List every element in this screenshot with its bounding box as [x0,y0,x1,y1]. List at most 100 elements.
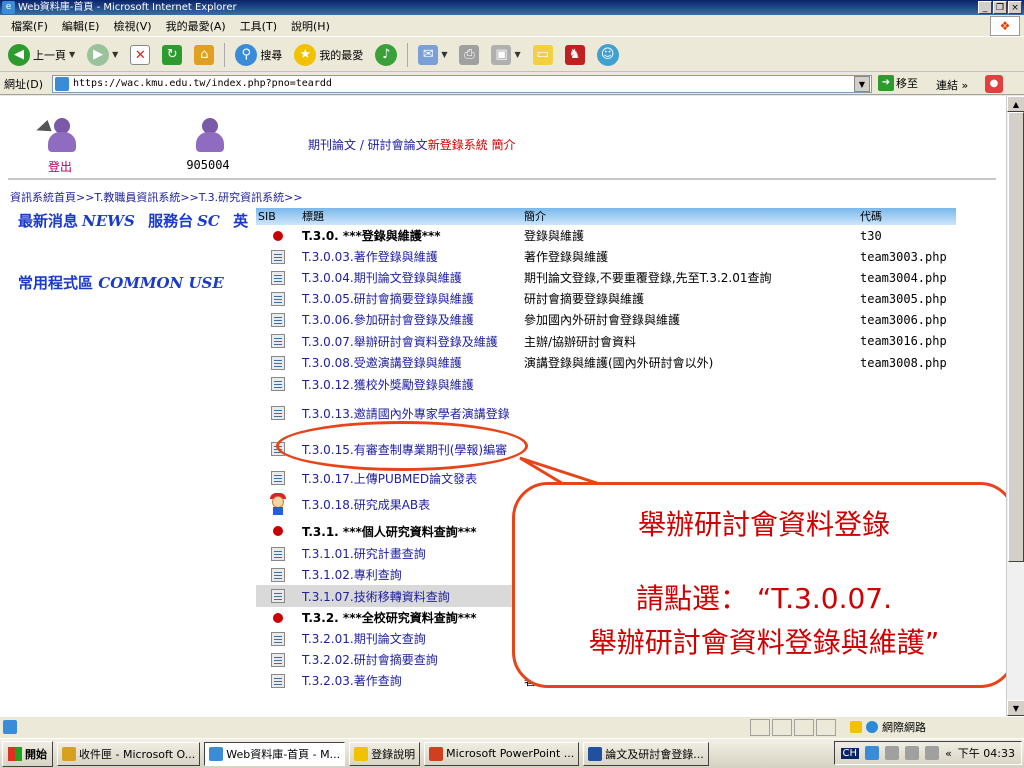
media-icon: ♪ [375,43,398,66]
address-label: 網址(D) [4,77,44,91]
toolbar-separator [224,42,226,67]
stop-icon: ✕ [130,44,151,65]
taskbar-button[interactable]: Microsoft PowerPoint ... [424,741,580,766]
messenger-button[interactable]: ☺ [593,41,623,69]
globe-icon [866,721,878,733]
star-icon: ★ [294,43,317,66]
go-button[interactable]: ➜ 移至 [878,75,918,91]
page-icon [55,77,69,91]
refresh-icon: ↻ [162,44,183,65]
refresh-button[interactable]: ↻ [158,41,186,69]
forward-arrow-icon: ▶ [87,43,110,66]
forward-button[interactable]: ▶ ▼ [83,41,122,69]
scroll-down-arrow-icon[interactable]: ▼ [1007,700,1024,716]
window-titlebar: e Web資料庫-首頁 - Microsoft Internet Explore… [0,0,1024,15]
app-icon [588,746,603,761]
menu-file[interactable]: 檔案(F) [4,18,55,34]
mail-icon: ✉ [418,44,439,65]
tray-icon[interactable] [885,746,900,760]
menu-view[interactable]: 檢視(V) [106,18,158,34]
chevron-down-icon: ▼ [514,50,521,59]
menu-help[interactable]: 說明(H) [284,18,337,34]
taskbar-button-label: 論文及研討會登錄... [605,747,704,761]
menu-edit[interactable]: 編輯(E) [55,18,107,34]
window-controls: _ ❐ × [978,1,1022,14]
vertical-scrollbar[interactable]: ▲ ▼ [1006,96,1024,716]
taskbar-button[interactable]: 論文及研討會登錄... [583,741,709,766]
instruction-callout: 舉辦研討會資料登錄 請點選： “T.3.0.07. 舉辦研討會資料登錄與維護” [512,482,1006,688]
address-dropdown-button[interactable]: ▼ [854,76,870,92]
edit-button[interactable]: ▣ ▼ [487,41,524,69]
favorites-label: 我的最愛 [319,48,364,62]
maximize-button[interactable]: ❐ [993,1,1007,14]
lock-icon [850,721,862,733]
minimize-button[interactable]: _ [978,1,992,14]
taskbar-button-label: Web資料庫-首頁 - M... [226,747,341,761]
links-button[interactable]: 連結 » [936,77,968,93]
discuss-button[interactable]: ▭ [529,41,557,69]
mail-button[interactable]: ✉ ▼ [414,41,451,69]
callout-line-2: 請點選： “T.3.0.07. [635,582,893,615]
toolbar-separator [407,42,409,67]
status-pane [794,719,814,736]
toolbar-extra-icon[interactable]: ● [985,75,1003,93]
taskbar-button[interactable]: Web資料庫-首頁 - M... [204,741,346,766]
messenger-icon: ☺ [596,43,619,66]
start-label: 開始 [25,747,47,761]
tray-icon[interactable] [905,746,920,760]
chevron-down-icon: ▼ [69,50,76,59]
status-pane [816,719,836,736]
media-button[interactable]: ♪ [371,41,401,69]
status-bar: 網際網路 [0,716,1024,738]
note-icon: ▭ [532,44,553,65]
back-label: 上一頁 [33,48,66,62]
page-status-icon [3,720,17,734]
chevron-down-icon: ▼ [441,50,448,59]
search-button[interactable]: ⚲ 搜尋 [231,41,286,69]
callout-line-1: 舉辦研討會資料登錄 [637,508,890,541]
devil-icon: ♞ [564,44,585,65]
taskbar: 開始 收件匣 - Microsoft O... Web資料庫-首頁 - M... 登… [0,738,1024,768]
back-button[interactable]: ◀ 上一頁 ▼ [4,41,79,69]
devil-button[interactable]: ♞ [561,41,589,69]
go-arrow-icon: ➜ [878,75,894,91]
taskbar-button-label: Microsoft PowerPoint ... [446,747,575,760]
home-button[interactable]: ⌂ [190,41,218,69]
favorites-button[interactable]: ★ 我的最愛 [290,41,367,69]
scroll-up-arrow-icon[interactable]: ▲ [1007,96,1024,112]
address-url: https://wac.kmu.edu.tw/index.php?pno=tea… [73,78,332,89]
app-icon [354,746,369,761]
scroll-thumb[interactable] [1008,112,1024,562]
ime-indicator[interactable]: CH [840,747,860,759]
printer-icon: ⎙ [459,44,480,65]
app-icon [429,746,444,761]
address-bar: 網址(D) https://wac.kmu.edu.tw/index.php?p… [0,73,1024,95]
start-button[interactable]: 開始 [2,740,53,767]
close-button[interactable]: × [1008,1,1022,14]
toolbar: ◀ 上一頁 ▼ ▶ ▼ ✕ ↻ ⌂ ⚲ 搜尋 ★ 我的最愛 ♪ ✉ ▼ ⎙ ▣ … [0,38,1024,72]
menu-tools[interactable]: 工具(T) [233,18,284,34]
stop-button[interactable]: ✕ [126,41,154,69]
search-label: 搜尋 [260,48,283,62]
system-tray: CH « 下午 04:33 [833,741,1022,765]
address-input[interactable]: https://wac.kmu.edu.tw/index.php?pno=tea… [52,75,872,93]
ie-icon: e [2,1,15,14]
taskbar-button[interactable]: 登錄說明 [349,741,421,766]
taskbar-button[interactable]: 收件匣 - Microsoft O... [57,741,201,766]
keyboard-icon[interactable] [865,746,880,760]
menu-favorites[interactable]: 我的最愛(A) [159,18,233,34]
back-arrow-icon: ◀ [8,43,30,66]
tray-expand[interactable]: « [945,747,952,760]
taskbar-button-label: 登錄說明 [371,747,416,761]
menu-bar: 檔案(F) 編輯(E) 檢視(V) 我的最愛(A) 工具(T) 說明(H) ❖ [0,15,1024,37]
app-icon [209,746,224,761]
callout-line-3: 舉辦研討會資料登錄與維護” [588,626,940,659]
status-pane [750,719,770,736]
task-list: 收件匣 - Microsoft O... Web資料庫-首頁 - M... 登錄說明… [53,741,709,766]
security-zone: 網際網路 [850,719,926,735]
status-panes [750,719,838,736]
window-title: Web資料庫-首頁 - Microsoft Internet Explorer [18,2,237,13]
print-button[interactable]: ⎙ [455,41,483,69]
volume-icon[interactable] [925,746,940,760]
windows-flag-icon [8,746,22,761]
